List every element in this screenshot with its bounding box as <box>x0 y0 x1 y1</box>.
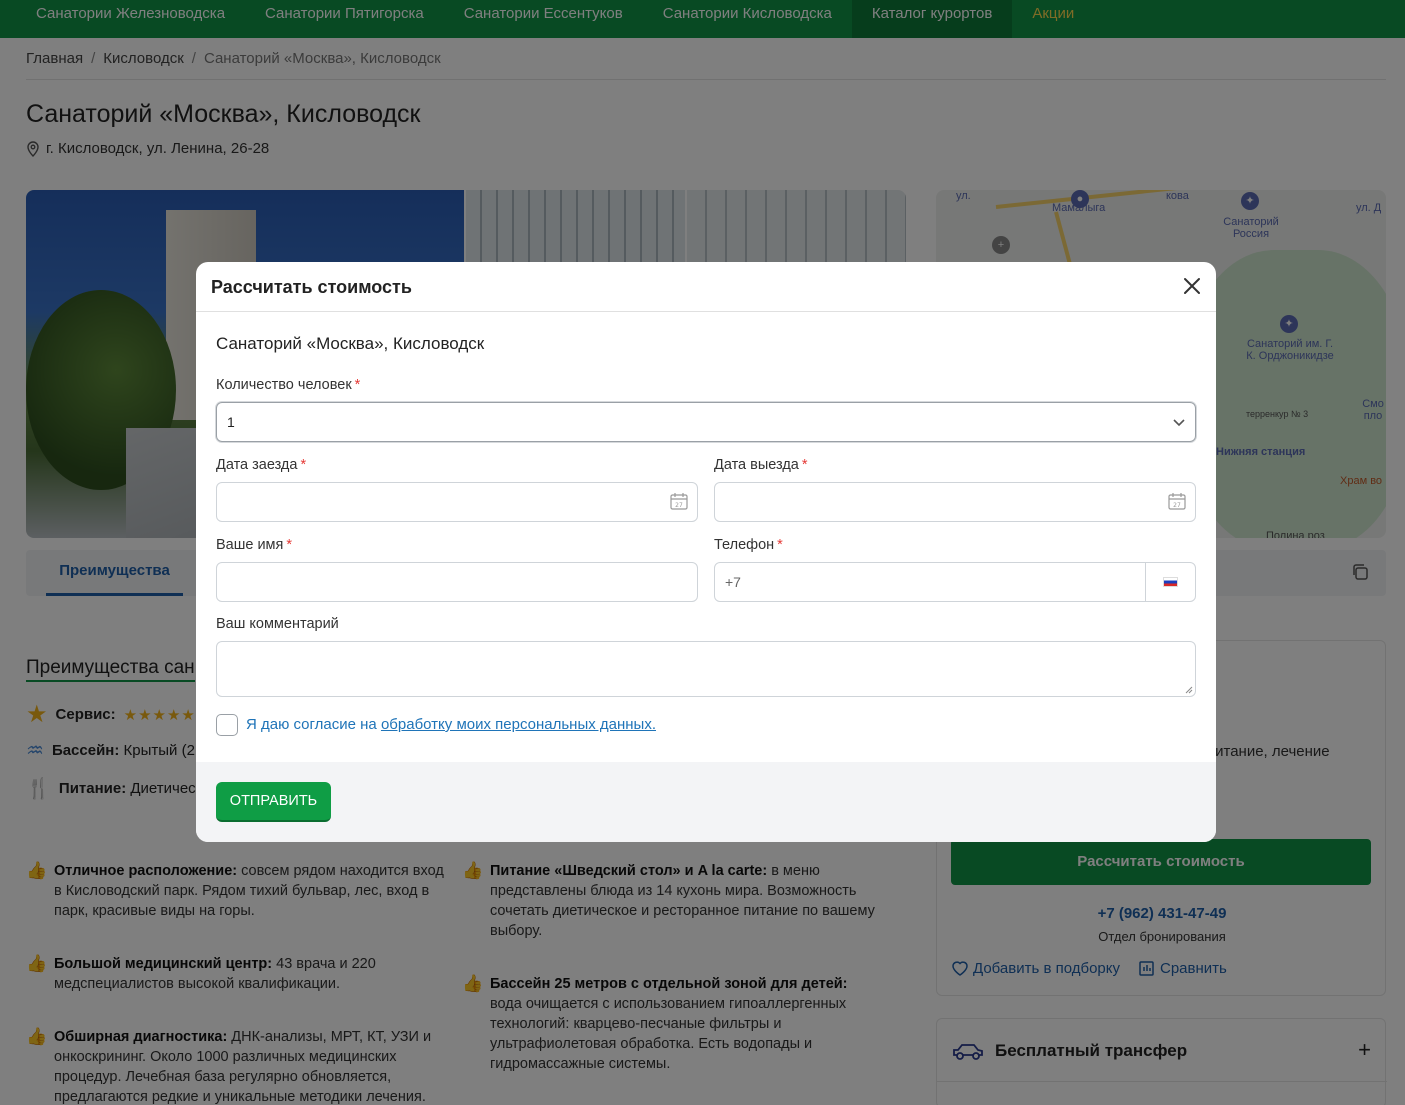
calendar-icon[interactable]: 27 <box>1167 491 1187 511</box>
russia-flag-icon <box>1163 577 1178 587</box>
checkin-date-input[interactable]: 27 <box>216 482 698 522</box>
consent-text: Я даю согласие на обработку моих персона… <box>246 716 656 733</box>
calendar-day-text: 27 <box>675 502 683 509</box>
privacy-policy-link[interactable]: обработку моих персональных данных. <box>381 716 656 733</box>
close-icon[interactable] <box>1182 276 1202 296</box>
people-select[interactable]: 1 <box>216 402 1196 442</box>
resize-handle-icon[interactable] <box>1185 686 1193 694</box>
modal-body: Санаторий «Москва», Кисловодск Количеств… <box>196 312 1216 762</box>
chevron-down-icon <box>1173 419 1185 427</box>
modal-title: Рассчитать стоимость <box>211 277 412 297</box>
modal-footer: ОТПРАВИТЬ <box>196 762 1216 842</box>
checkout-date-input[interactable]: 27 <box>714 482 1196 522</box>
comment-label: Ваш комментарий <box>216 616 339 632</box>
calendar-icon[interactable]: 27 <box>669 491 689 511</box>
calendar-day-text: 27 <box>1173 502 1181 509</box>
country-selector[interactable] <box>1145 563 1195 601</box>
modal-hotel-name: Санаторий «Москва», Кисловодск <box>216 334 485 353</box>
checkin-label: Дата заезда * <box>216 457 307 473</box>
consent-checkbox[interactable] <box>216 714 238 736</box>
name-label: Ваше имя * <box>216 537 293 553</box>
calc-price-modal: Рассчитать стоимость Санаторий «Москва»,… <box>196 262 1216 842</box>
phone-input[interactable]: +7 <box>714 562 1196 602</box>
people-label: Количество человек * <box>216 377 361 393</box>
comment-textarea[interactable] <box>216 641 1196 697</box>
name-input[interactable] <box>216 562 698 602</box>
consent-label: Я даю согласие на <box>246 716 381 733</box>
submit-button[interactable]: ОТПРАВИТЬ <box>216 782 331 822</box>
phone-placeholder: +7 <box>725 574 741 590</box>
phone-label: Телефон * <box>714 537 783 553</box>
people-select-value: 1 <box>227 414 235 430</box>
modal-header: Рассчитать стоимость <box>196 262 1216 312</box>
checkout-label: Дата выезда * <box>714 457 808 473</box>
